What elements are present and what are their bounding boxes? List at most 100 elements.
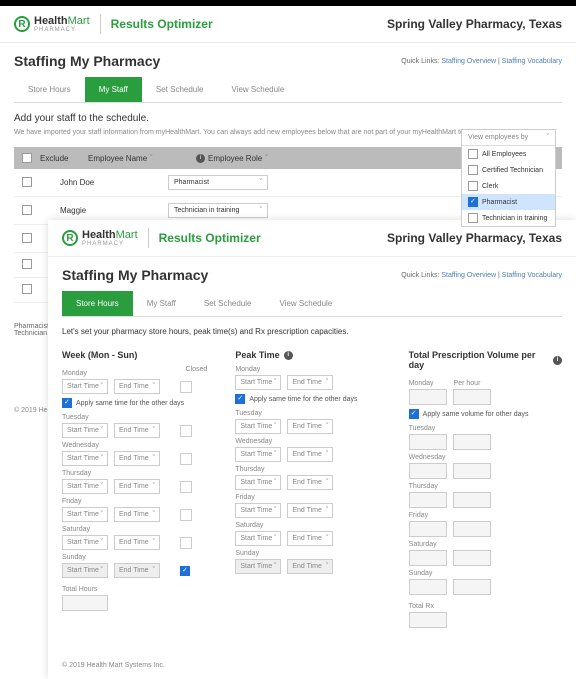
start-time-select[interactable]: Start Timeˇ	[62, 563, 108, 578]
checkbox[interactable]	[468, 181, 478, 191]
end-time-select[interactable]: End Timeˇ	[114, 563, 160, 578]
checkbox[interactable]	[468, 149, 478, 159]
end-time-select[interactable]: End Timeˇ	[287, 531, 333, 546]
dropdown-option-clerk[interactable]: Clerk	[462, 178, 555, 194]
start-time-select[interactable]: Start Timeˇ	[62, 379, 108, 394]
info-icon[interactable]: i	[553, 356, 562, 365]
dropdown-option-pharmacist[interactable]: Pharmacist	[462, 194, 555, 210]
col-employee-name[interactable]: Employee Name	[88, 154, 147, 163]
info-icon[interactable]: i	[284, 351, 293, 360]
volume-column: Total Prescription Volume per dayi Monda…	[409, 350, 562, 628]
row-checkbox[interactable]	[22, 177, 32, 187]
volume-input[interactable]	[409, 492, 447, 508]
info-icon[interactable]: i	[196, 154, 205, 163]
dropdown-option-all[interactable]: All Employees	[462, 146, 555, 162]
dropdown-header: View employees by	[468, 134, 528, 141]
end-time-select[interactable]: End Timeˇ	[287, 375, 333, 390]
checkbox[interactable]	[468, 213, 478, 223]
day-label: Thursday	[409, 483, 562, 490]
row-checkbox[interactable]	[22, 259, 32, 269]
closed-checkbox-checked[interactable]	[180, 566, 190, 576]
per-hour-input[interactable]	[453, 434, 491, 450]
start-time-select[interactable]: Start Timeˇ	[235, 503, 281, 518]
checkbox-all[interactable]	[22, 153, 32, 163]
end-time-select[interactable]: End Timeˇ	[114, 451, 160, 466]
start-time-select[interactable]: Start Timeˇ	[235, 531, 281, 546]
tab-set-schedule[interactable]: Set Schedule	[142, 77, 218, 102]
end-time-select[interactable]: End Timeˇ	[287, 475, 333, 490]
end-time-select[interactable]: End Timeˇ	[114, 379, 160, 394]
row-checkbox[interactable]	[22, 284, 32, 294]
tab-my-staff[interactable]: My Staff	[85, 77, 142, 102]
day-label: Wednesday	[62, 442, 215, 449]
brand-sub: PHARMACY	[34, 27, 90, 33]
volume-input[interactable]	[409, 550, 447, 566]
start-time-select[interactable]: Start Timeˇ	[62, 479, 108, 494]
dropdown-option-cert-tech[interactable]: Certified Technician	[462, 162, 555, 178]
checkbox[interactable]	[468, 165, 478, 175]
volume-input[interactable]	[409, 579, 447, 595]
header: R HealthMart PHARMACY Results Optimizer …	[0, 6, 576, 43]
day-label: Friday	[235, 494, 388, 501]
per-hour-input[interactable]	[453, 463, 491, 479]
per-hour-input[interactable]	[453, 579, 491, 595]
col-employee-role[interactable]: Employee Role	[208, 154, 262, 163]
day-label: Tuesday	[235, 410, 388, 417]
link-staffing-vocabulary[interactable]: Staffing Vocabulary	[502, 272, 562, 279]
per-hour-input[interactable]	[453, 550, 491, 566]
app-title: Results Optimizer	[159, 231, 261, 245]
volume-input[interactable]	[409, 389, 447, 405]
tab-view-schedule[interactable]: View Schedule	[265, 291, 346, 316]
per-hour-input[interactable]	[453, 492, 491, 508]
start-time-select[interactable]: Start Timeˇ	[235, 475, 281, 490]
per-hour-input[interactable]	[453, 521, 491, 537]
dropdown-option-tech-training[interactable]: Technician in training	[462, 210, 555, 226]
tab-store-hours[interactable]: Store Hours	[62, 291, 133, 316]
end-time-select[interactable]: End Timeˇ	[114, 507, 160, 522]
tab-view-schedule[interactable]: View Schedule	[217, 77, 298, 102]
end-time-select[interactable]: End Timeˇ	[114, 479, 160, 494]
per-hour-input[interactable]	[453, 389, 491, 405]
volume-input[interactable]	[409, 434, 447, 450]
day-label: Saturday	[409, 541, 562, 548]
tab-store-hours[interactable]: Store Hours	[14, 77, 85, 102]
closed-checkbox[interactable]	[180, 481, 192, 493]
apply-same-checkbox[interactable]	[409, 409, 419, 419]
start-time-select[interactable]: Start Timeˇ	[62, 423, 108, 438]
view-employees-dropdown[interactable]: View employees byˇ All Employees Certifi…	[461, 129, 556, 227]
closed-checkbox[interactable]	[180, 425, 192, 437]
end-time-select[interactable]: End Timeˇ	[287, 559, 333, 574]
role-select[interactable]: Pharmacistˇ	[168, 175, 268, 190]
end-time-select[interactable]: End Timeˇ	[287, 503, 333, 518]
tab-set-schedule[interactable]: Set Schedule	[190, 291, 266, 316]
link-staffing-vocabulary[interactable]: Staffing Vocabulary	[502, 58, 562, 65]
end-time-select[interactable]: End Timeˇ	[287, 447, 333, 462]
start-time-select[interactable]: Start Timeˇ	[235, 419, 281, 434]
volume-input[interactable]	[409, 521, 447, 537]
apply-same-checkbox[interactable]	[62, 398, 72, 408]
start-time-select[interactable]: Start Timeˇ	[235, 559, 281, 574]
end-time-select[interactable]: End Timeˇ	[114, 535, 160, 550]
start-time-select[interactable]: Start Timeˇ	[235, 447, 281, 462]
app-title: Results Optimizer	[111, 17, 213, 31]
start-time-select[interactable]: Start Timeˇ	[62, 507, 108, 522]
volume-input[interactable]	[409, 463, 447, 479]
start-time-select[interactable]: Start Timeˇ	[62, 535, 108, 550]
closed-checkbox[interactable]	[180, 381, 192, 393]
closed-checkbox[interactable]	[180, 537, 192, 549]
apply-same-checkbox[interactable]	[235, 394, 245, 404]
link-staffing-overview[interactable]: Staffing Overview	[441, 272, 496, 279]
end-time-select[interactable]: End Timeˇ	[114, 423, 160, 438]
tab-my-staff[interactable]: My Staff	[133, 291, 190, 316]
link-staffing-overview[interactable]: Staffing Overview	[441, 58, 496, 65]
row-checkbox[interactable]	[22, 205, 32, 215]
role-select[interactable]: Technician in trainingˇ	[168, 203, 268, 218]
row-checkbox[interactable]	[22, 233, 32, 243]
checkbox-checked[interactable]	[468, 197, 478, 207]
end-time-select[interactable]: End Timeˇ	[287, 419, 333, 434]
start-time-select[interactable]: Start Timeˇ	[62, 451, 108, 466]
closed-checkbox[interactable]	[180, 453, 192, 465]
start-time-select[interactable]: Start Timeˇ	[235, 375, 281, 390]
location-label: Spring Valley Pharmacy, Texas	[387, 231, 562, 245]
closed-checkbox[interactable]	[180, 509, 192, 521]
